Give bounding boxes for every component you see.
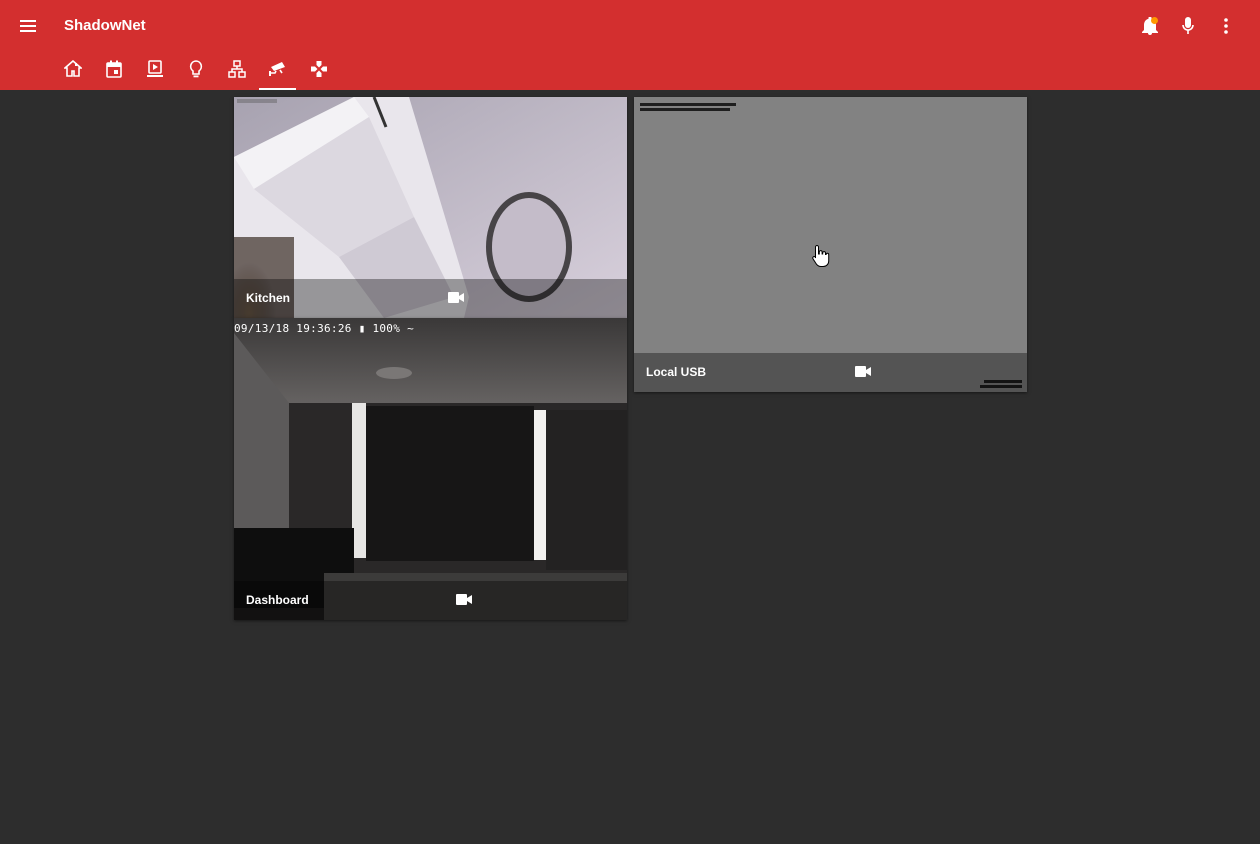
- camera-name: Dashboard: [246, 593, 309, 607]
- camera-card-local-usb[interactable]: Local USB: [634, 97, 1027, 392]
- home-icon: [63, 60, 82, 77]
- tab-calendar[interactable]: [93, 54, 134, 90]
- calendar-icon: [105, 60, 122, 78]
- camera-card-kitchen[interactable]: Kitchen: [234, 97, 627, 318]
- view-tabs: [52, 54, 339, 90]
- app-title: ShadowNet: [64, 17, 146, 34]
- camera-timestamp-overlay: 09/13/18 19:36:26 ▮ 100% ~: [234, 322, 414, 335]
- camera-footer: Local USB: [634, 353, 1027, 392]
- videocam-icon[interactable]: [448, 292, 464, 303]
- camera-name: Kitchen: [246, 291, 291, 305]
- tab-games[interactable]: [298, 54, 339, 90]
- camera-feed-local-usb: [634, 97, 1027, 392]
- notification-badge: [1151, 17, 1158, 24]
- lightbulb-icon: [189, 60, 202, 78]
- camera-name: Local USB: [646, 365, 707, 379]
- videocam-icon[interactable]: [855, 366, 871, 377]
- microphone-icon: [1182, 17, 1194, 34]
- camera-footer: Kitchen: [234, 279, 627, 318]
- media-icon: [146, 60, 163, 77]
- tab-network[interactable]: [216, 54, 257, 90]
- menu-button[interactable]: [14, 12, 42, 40]
- notifications-button[interactable]: [1134, 12, 1166, 40]
- camera-footer: Dashboard: [234, 581, 627, 620]
- menu-icon: [20, 20, 36, 32]
- app-header: ShadowNet: [0, 0, 1260, 90]
- hand-cursor-icon: [812, 244, 830, 267]
- tab-home[interactable]: [52, 54, 93, 90]
- videocam-icon[interactable]: [456, 594, 472, 605]
- cctv-icon: [268, 62, 285, 76]
- tab-cameras[interactable]: [257, 54, 298, 90]
- camera-feed-dashboard: [234, 318, 627, 620]
- tab-lights[interactable]: [175, 54, 216, 90]
- gamepad-icon: [310, 61, 327, 77]
- tab-media[interactable]: [134, 54, 175, 90]
- camera-card-dashboard[interactable]: 09/13/18 19:36:26 ▮ 100% ~ Dashboard: [234, 318, 627, 620]
- more-options-button[interactable]: [1210, 12, 1242, 40]
- more-vert-icon: [1224, 18, 1228, 34]
- header-actions: [1134, 12, 1242, 40]
- network-icon: [227, 60, 246, 78]
- voice-button[interactable]: [1172, 12, 1204, 40]
